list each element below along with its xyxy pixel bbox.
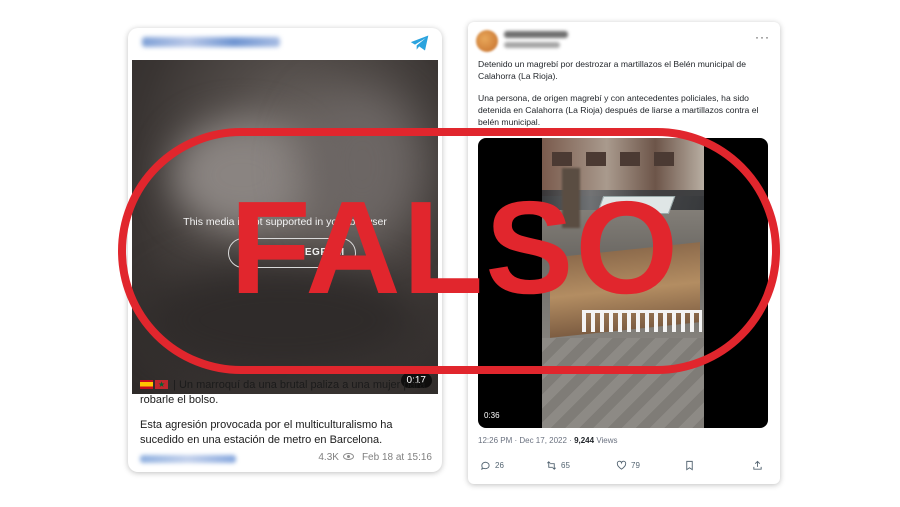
post-text-paragraph: | Un marroquí da una brutal paliza a una… (140, 377, 436, 408)
share-icon (753, 460, 762, 470)
post-footer: 4.3K Feb 18 at 15:16 (140, 452, 432, 466)
video-scene-tree (562, 168, 580, 228)
bookmark-icon (686, 460, 693, 471)
reply-button[interactable]: 26 (480, 460, 504, 471)
post-date: Feb 18 at 15:16 (361, 452, 432, 463)
spain-flag-icon (140, 380, 153, 389)
blurred-author (140, 455, 236, 463)
view-in-telegram-button[interactable]: VIEW IN TELEGRAM (228, 238, 356, 268)
video-scene-floor (542, 338, 704, 428)
post-header (128, 28, 442, 58)
heart-icon (616, 460, 627, 470)
tweet-paragraph: Una persona, de origen magrebí y con ant… (478, 93, 759, 127)
media-placeholder: This media is not supported in your brow… (132, 60, 438, 394)
post-text-line: | Un marroquí da una brutal paliza a una… (140, 379, 426, 406)
post-text-paragraph: Esta agresión provocada por el multicult… (140, 419, 393, 446)
like-count: 79 (631, 461, 640, 470)
tweet-paragraph: Detenido un magrebí por destrozar a mart… (478, 59, 746, 81)
video-scene-canopy (596, 196, 676, 214)
blurred-video-frame (172, 120, 312, 230)
reply-icon (481, 461, 490, 471)
post-text: | Un marroquí da una brutal paliza a una… (140, 377, 436, 458)
blurred-display-name (504, 31, 568, 38)
tweet-card: ··· Detenido un magrebí por destrozar a … (468, 22, 780, 484)
video-duration: 0:36 (484, 411, 500, 420)
share-button[interactable] (752, 460, 763, 471)
tweet-timestamp: 12:26 PM · Dec 17, 2022 · (478, 436, 575, 445)
repost-count: 65 (561, 461, 570, 470)
blurred-video-frame-shadow (142, 260, 422, 380)
tweet-meta: 12:26 PM · Dec 17, 2022 · 9,244 Views (478, 436, 618, 445)
tweet-video[interactable]: 0:36 (478, 138, 768, 428)
avatar[interactable] (476, 30, 498, 52)
media-unsupported-message: This media is not supported in your brow… (183, 216, 387, 228)
reply-count: 26 (495, 461, 504, 470)
more-options-icon[interactable]: ··· (755, 30, 770, 44)
view-count: 4.3K (318, 452, 339, 463)
bookmark-button[interactable] (684, 460, 695, 471)
telegram-post-card: This media is not supported in your brow… (128, 28, 442, 472)
repost-button[interactable]: 65 (546, 460, 570, 471)
blurred-channel-name (142, 37, 280, 47)
telegram-icon[interactable] (410, 34, 430, 52)
video-scene-fence (582, 310, 702, 332)
tweet-views-label: Views (594, 436, 618, 445)
eye-icon (342, 453, 354, 460)
video-frame (542, 138, 704, 428)
tweet-view-count: 9,244 (574, 436, 595, 445)
tweet-actions: 26 65 79 (478, 460, 772, 476)
repost-icon (547, 461, 556, 470)
tweet-text: Detenido un magrebí por destrozar a mart… (478, 58, 770, 138)
blurred-handle (504, 42, 560, 48)
morocco-flag-icon (155, 377, 168, 392)
like-button[interactable]: 79 (616, 460, 640, 471)
post-meta: 4.3K Feb 18 at 15:16 (318, 452, 432, 463)
